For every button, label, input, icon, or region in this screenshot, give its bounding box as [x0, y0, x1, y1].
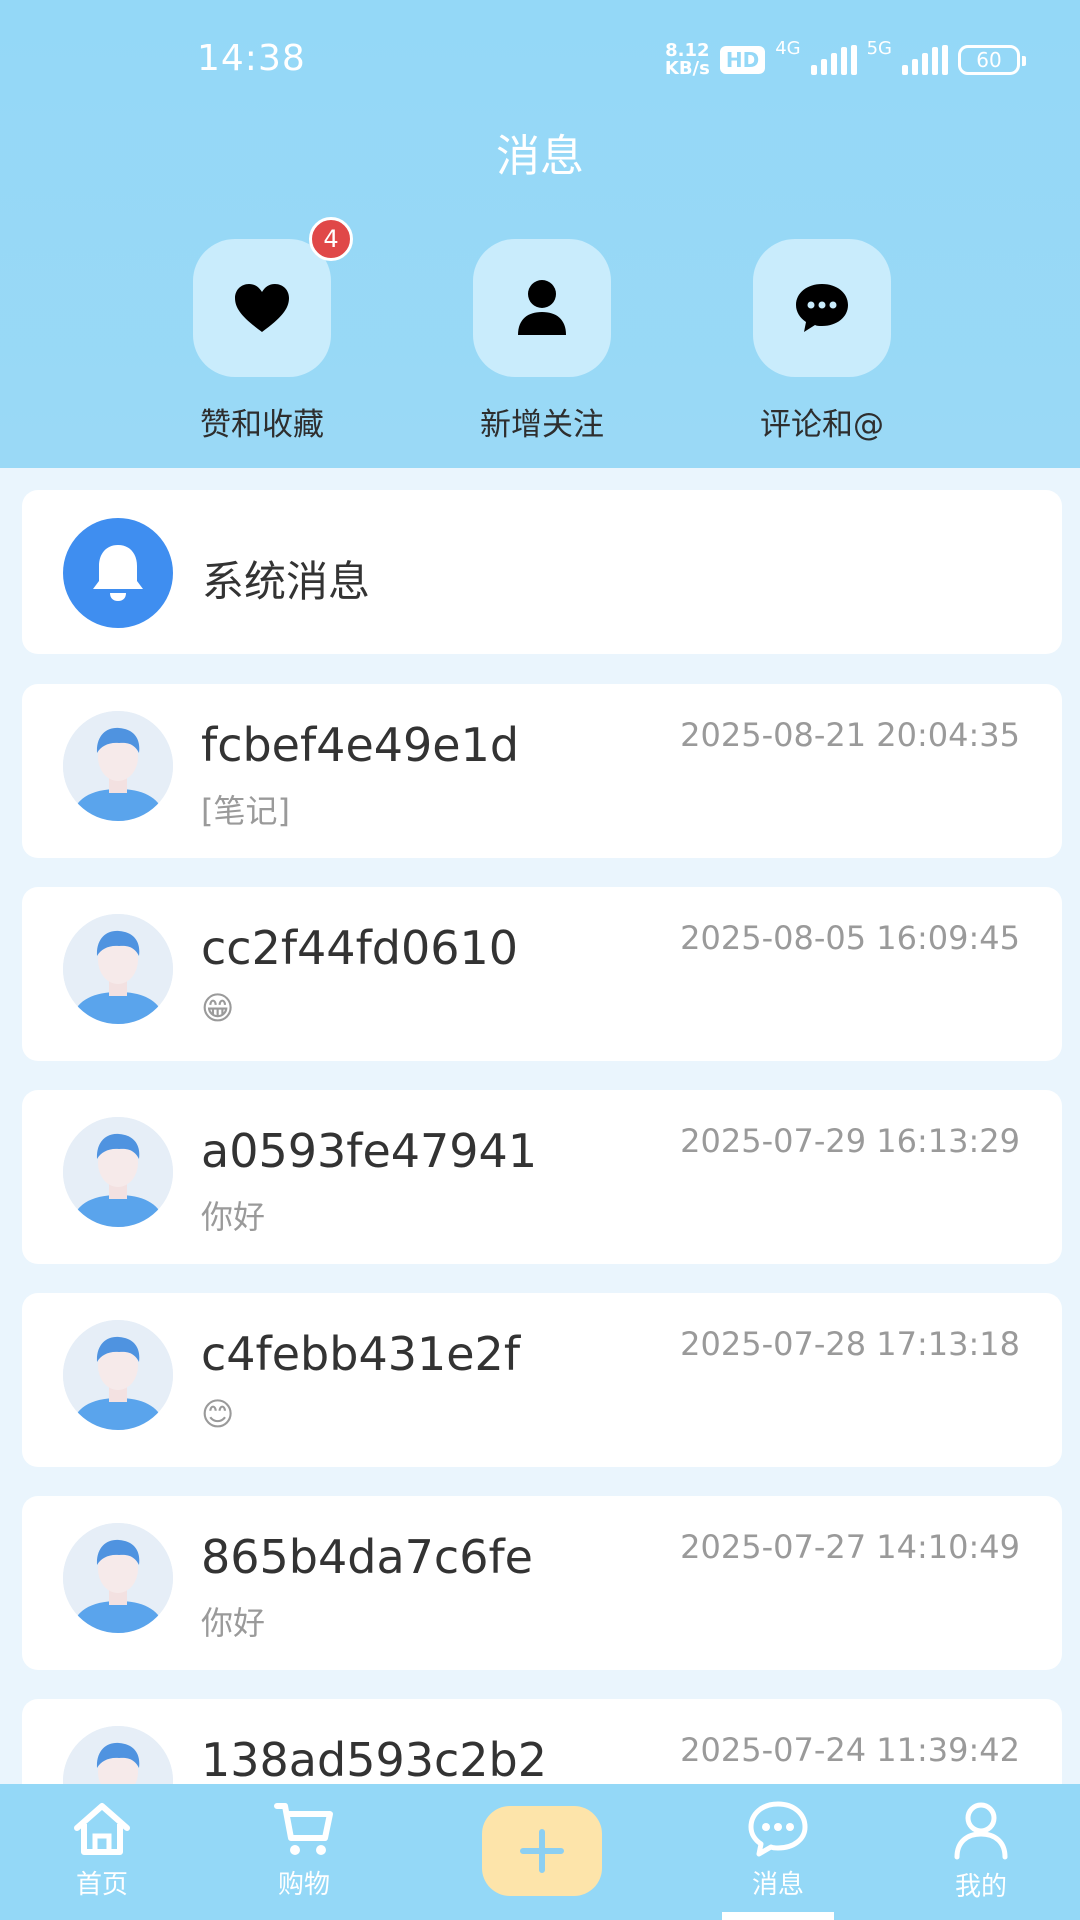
conversation-item[interactable]: fcbef4e49e1d 2025-08-21 20:04:35 [笔记] — [22, 684, 1062, 858]
signal-icon — [810, 45, 857, 75]
user-icon — [954, 1802, 1008, 1860]
cart-icon — [274, 1803, 333, 1855]
chat-bubble-icon — [796, 284, 848, 332]
avatar[interactable] — [63, 1523, 173, 1633]
default-avatar-icon — [63, 914, 173, 1024]
notification-badge: 4 — [309, 217, 353, 261]
messages-screen: 14:38 8.12 KB/s HD 4G 5G 60 消息 4 赞和收藏 新增… — [0, 0, 1080, 1920]
system-message-item[interactable]: 系统消息 — [22, 490, 1062, 654]
new-followers-button[interactable]: 新增关注 — [473, 239, 611, 443]
conversation-time: 2025-07-29 16:13:29 — [680, 1122, 1020, 1160]
conversation-name: 865b4da7c6fe — [201, 1530, 533, 1584]
network-type-4g: 4G — [775, 38, 801, 59]
conversation-name: a0593fe47941 — [201, 1124, 538, 1178]
battery-icon: 60 — [958, 45, 1026, 75]
conversation-preview: 😁 — [201, 989, 235, 1027]
network-speed: 8.12 KB/s — [665, 42, 710, 78]
nav-label: 我的 — [954, 1872, 1007, 1902]
likes-and-favorites-button[interactable]: 4 赞和收藏 — [193, 217, 353, 443]
quick-action-label: 赞和收藏 — [200, 407, 324, 443]
quick-action-label: 评论和@ — [760, 407, 884, 443]
network-type-5g: 5G — [866, 38, 892, 59]
signal-icon — [902, 45, 948, 75]
create-button[interactable] — [482, 1806, 602, 1896]
conversation-preview: 你好 — [201, 1604, 266, 1642]
system-message-title: 系统消息 — [202, 557, 371, 606]
network-speed-unit: KB/s — [664, 58, 710, 79]
conversation-preview: 你好 — [201, 1198, 266, 1236]
nav-label: 消息 — [751, 1870, 804, 1900]
page-title: 消息 — [496, 131, 584, 182]
status-time: 14:38 — [197, 38, 306, 79]
conversation-time: 2025-07-27 14:10:49 — [680, 1528, 1020, 1566]
bell-icon — [93, 545, 143, 601]
avatar[interactable] — [63, 711, 173, 821]
conversation-time: 2025-08-21 20:04:35 — [680, 716, 1020, 754]
conversation-item[interactable]: 865b4da7c6fe 2025-07-27 14:10:49 你好 — [22, 1496, 1062, 1670]
bottom-nav: 首页 购物 消息 我的 — [0, 1784, 1080, 1920]
conversation-preview: 😊 — [201, 1395, 235, 1433]
conversation-name: c4febb431e2f — [201, 1327, 521, 1381]
quick-action-label: 新增关注 — [480, 407, 604, 443]
conversation-name: 138ad593c2b2 — [201, 1733, 548, 1787]
avatar[interactable] — [63, 1320, 173, 1430]
default-avatar-icon — [63, 1523, 173, 1633]
heart-icon — [235, 284, 289, 332]
conversation-item[interactable]: a0593fe47941 2025-07-29 16:13:29 你好 — [22, 1090, 1062, 1264]
plus-icon — [520, 1829, 564, 1873]
nav-label: 首页 — [75, 1870, 128, 1900]
conversation-preview: [笔记] — [201, 792, 290, 830]
default-avatar-icon — [63, 1117, 173, 1227]
system-icon — [63, 518, 173, 628]
likes-tile[interactable]: 4 — [193, 217, 353, 377]
conversation-name: cc2f44fd0610 — [201, 921, 519, 975]
conversation-time: 2025-07-24 11:39:42 — [680, 1731, 1020, 1769]
conversation-item[interactable]: cc2f44fd0610 2025-08-05 16:09:45 😁 — [22, 887, 1062, 1061]
nav-messages[interactable]: 消息 — [718, 1800, 838, 1901]
header: 14:38 8.12 KB/s HD 4G 5G 60 消息 4 赞和收藏 新增… — [0, 0, 1080, 468]
default-avatar-icon — [63, 1320, 173, 1430]
conversation-time: 2025-07-28 17:13:18 — [680, 1325, 1020, 1363]
nav-home[interactable]: 首页 — [42, 1800, 162, 1901]
avatar[interactable] — [63, 914, 173, 1024]
nav-profile[interactable]: 我的 — [921, 1800, 1041, 1903]
conversation-item[interactable]: c4febb431e2f 2025-07-28 17:13:18 😊 — [22, 1293, 1062, 1467]
default-avatar-icon — [63, 711, 173, 821]
comments-tile[interactable] — [753, 239, 891, 377]
person-icon — [518, 280, 566, 335]
nav-label: 购物 — [277, 1870, 330, 1900]
hd-icon: HD — [719, 46, 766, 74]
chat-icon — [748, 1801, 808, 1857]
home-icon — [74, 1803, 130, 1855]
conversation-time: 2025-08-05 16:09:45 — [680, 919, 1020, 957]
nav-shopping[interactable]: 购物 — [244, 1800, 364, 1901]
battery-level: 60 — [976, 48, 1002, 72]
comments-and-mentions-button[interactable]: 评论和@ — [753, 239, 891, 443]
status-indicators: 8.12 KB/s HD 4G 5G 60 — [665, 38, 1026, 78]
followers-tile[interactable] — [473, 239, 611, 377]
avatar[interactable] — [63, 1117, 173, 1227]
conversation-name: fcbef4e49e1d — [201, 718, 520, 772]
active-tab-indicator — [722, 1912, 834, 1920]
